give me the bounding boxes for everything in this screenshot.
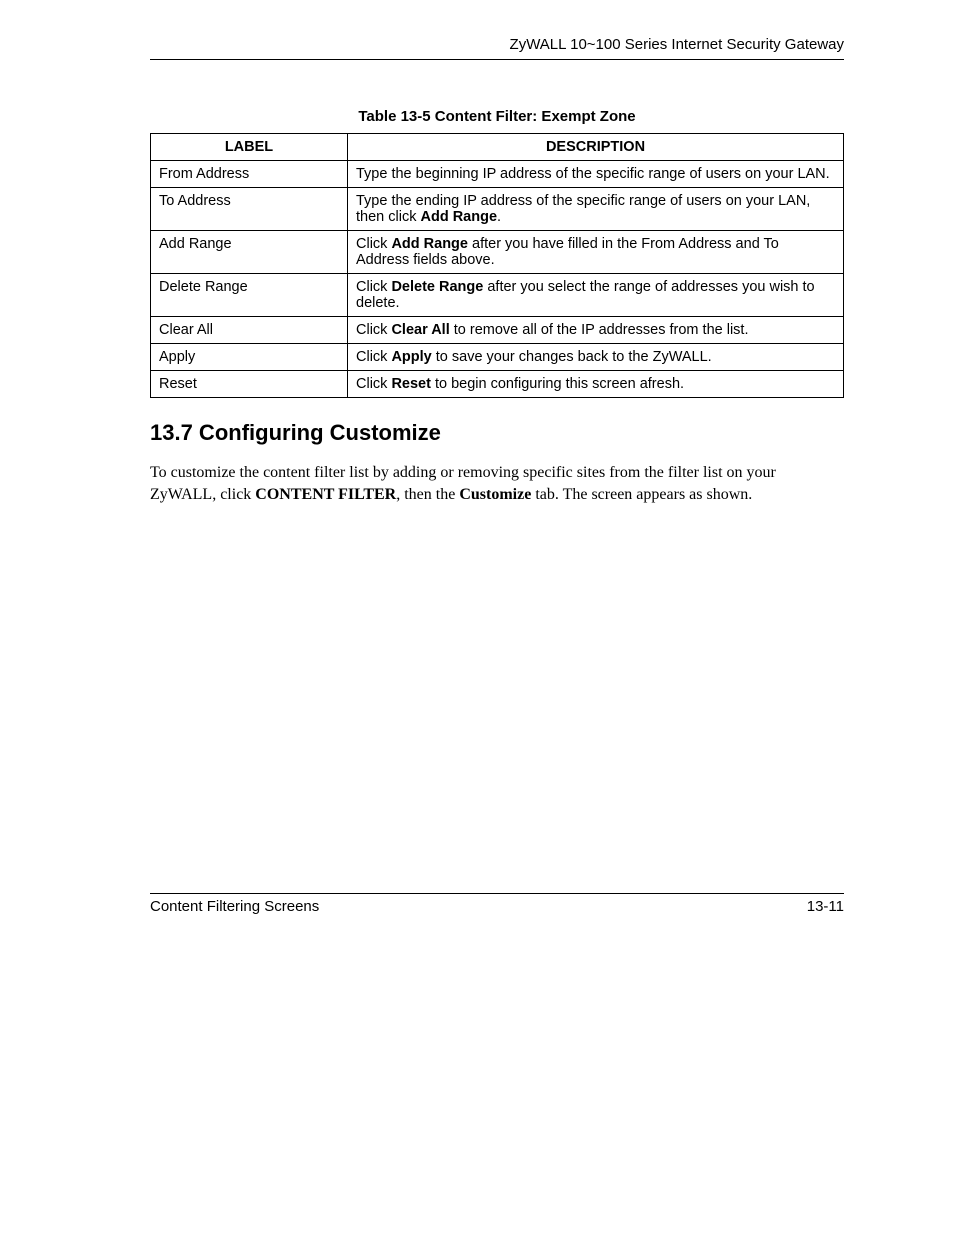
cell-label: Reset xyxy=(151,371,348,398)
text: . xyxy=(497,209,501,225)
text: to begin configuring this screen afresh. xyxy=(431,376,684,392)
cell-description: Click Clear All to remove all of the IP … xyxy=(348,317,844,344)
running-header: ZyWALL 10~100 Series Internet Security G… xyxy=(150,36,844,60)
bold-text: Reset xyxy=(391,376,431,392)
cell-description: Type the ending IP address of the specif… xyxy=(348,188,844,231)
col-header-label: LABEL xyxy=(151,134,348,161)
cell-label: Add Range xyxy=(151,231,348,274)
cell-label: Clear All xyxy=(151,317,348,344)
bold-text: Apply xyxy=(391,349,431,365)
table-row: Add Range Click Add Range after you have… xyxy=(151,231,844,274)
exempt-zone-table: LABEL DESCRIPTION From Address Type the … xyxy=(150,133,844,398)
footer-left: Content Filtering Screens xyxy=(150,898,319,915)
table-row: Reset Click Reset to begin configuring t… xyxy=(151,371,844,398)
cell-description: Click Add Range after you have filled in… xyxy=(348,231,844,274)
text: Type the beginning IP address of the spe… xyxy=(356,166,830,182)
cell-description: Click Apply to save your changes back to… xyxy=(348,344,844,371)
page: ZyWALL 10~100 Series Internet Security G… xyxy=(0,0,954,1235)
col-header-description: DESCRIPTION xyxy=(348,134,844,161)
text: Click xyxy=(356,236,391,252)
text: to save your changes back to the ZyWALL. xyxy=(432,349,712,365)
page-footer: Content Filtering Screens 13-11 xyxy=(150,893,844,915)
cell-label: Delete Range xyxy=(151,274,348,317)
table-row: Apply Click Apply to save your changes b… xyxy=(151,344,844,371)
cell-description: Click Delete Range after you select the … xyxy=(348,274,844,317)
cell-description: Click Reset to begin configuring this sc… xyxy=(348,371,844,398)
text: tab. The screen appears as shown. xyxy=(531,486,752,503)
table-caption: Table 13-5 Content Filter: Exempt Zone xyxy=(150,108,844,125)
bold-text: Clear All xyxy=(391,322,449,338)
text: Click xyxy=(356,322,391,338)
bold-text: Add Range xyxy=(420,209,497,225)
cell-label: From Address xyxy=(151,161,348,188)
text: Click xyxy=(356,376,391,392)
table-header-row: LABEL DESCRIPTION xyxy=(151,134,844,161)
bold-text: Add Range xyxy=(391,236,468,252)
bold-text: Delete Range xyxy=(391,279,483,295)
cell-description: Type the beginning IP address of the spe… xyxy=(348,161,844,188)
table-row: Delete Range Click Delete Range after yo… xyxy=(151,274,844,317)
table-row: From Address Type the beginning IP addre… xyxy=(151,161,844,188)
table-row: To Address Type the ending IP address of… xyxy=(151,188,844,231)
footer-right: 13-11 xyxy=(807,898,844,915)
bold-text: CONTENT FILTER xyxy=(255,486,396,503)
cell-label: Apply xyxy=(151,344,348,371)
text: Click xyxy=(356,279,391,295)
text: , then the xyxy=(396,486,459,503)
section-paragraph: To customize the content filter list by … xyxy=(150,462,844,505)
text: Click xyxy=(356,349,391,365)
section-heading: 13.7 Configuring Customize xyxy=(150,420,844,446)
text: to remove all of the IP addresses from t… xyxy=(450,322,749,338)
bold-text: Customize xyxy=(459,486,531,503)
table-row: Clear All Click Clear All to remove all … xyxy=(151,317,844,344)
cell-label: To Address xyxy=(151,188,348,231)
